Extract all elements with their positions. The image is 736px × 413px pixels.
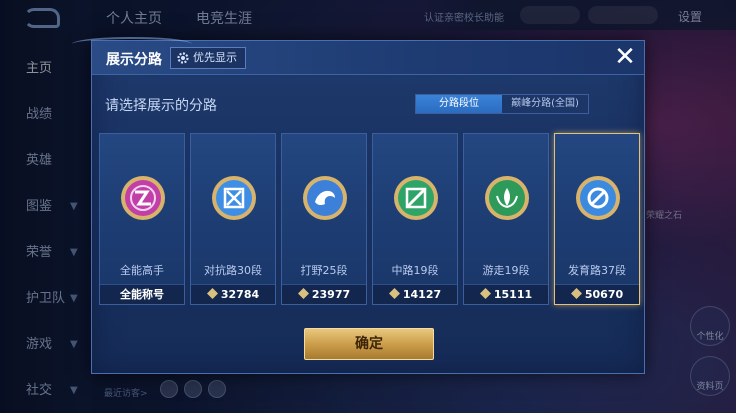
score-value: 23977 (311, 288, 351, 301)
clash-lane-emblem-icon (212, 176, 256, 220)
gear-icon (177, 52, 189, 64)
lane-score: 50670 (555, 284, 639, 304)
lane-score: 15111 (464, 284, 548, 304)
score-value: 50670 (584, 288, 624, 301)
diamond-icon (570, 288, 582, 299)
lane-score: 全能称号 (100, 284, 184, 304)
roam-emblem-icon (485, 176, 529, 220)
allround-emblem-icon (121, 176, 165, 220)
lane-label: 发育路37段 (568, 264, 626, 277)
tab-lane-rank[interactable]: 分路段位 (416, 95, 502, 113)
lane-label: 打野25段 (300, 264, 348, 277)
diamond-icon (297, 288, 309, 299)
lane-card-allround[interactable]: 全能高手 全能称号 (99, 133, 185, 305)
dialog-prompt: 请选择展示的分路 (105, 98, 217, 114)
lane-label: 对抗路30段 (204, 264, 262, 277)
close-icon[interactable]: ✕ (612, 43, 638, 71)
lane-display-dialog: 展示分路 优先显示 ✕ 请选择展示的分路 分路段位 巅峰分路(全国) 全能高手 … (72, 37, 645, 374)
lane-score: 32784 (191, 284, 275, 304)
score-value: 15111 (493, 288, 533, 301)
dialog-header: 展示分路 优先显示 ✕ (72, 37, 644, 75)
lane-label: 全能高手 (120, 264, 164, 277)
lane-label: 游走19段 (482, 264, 530, 277)
lane-score: 14127 (373, 284, 457, 304)
jungle-emblem-icon (303, 176, 347, 220)
diamond-icon (388, 288, 400, 299)
priority-display-label: 优先显示 (193, 51, 237, 64)
lane-card-farm[interactable]: 发育路37段 50670 (554, 133, 640, 305)
lane-card-jungle[interactable]: 打野25段 23977 (281, 133, 367, 305)
dialog-title: 展示分路 (106, 52, 162, 68)
lane-card-mid[interactable]: 中路19段 14127 (372, 133, 458, 305)
diamond-icon (206, 288, 218, 299)
diamond-icon (479, 288, 491, 299)
lane-card-roam[interactable]: 游走19段 15111 (463, 133, 549, 305)
lane-score: 23977 (282, 284, 366, 304)
score-value: 14127 (402, 288, 442, 301)
lane-card-clash[interactable]: 对抗路30段 32784 (190, 133, 276, 305)
priority-display-button[interactable]: 优先显示 (170, 47, 246, 69)
score-value: 全能称号 (120, 288, 164, 301)
mid-lane-emblem-icon (394, 176, 438, 220)
confirm-button[interactable]: 确定 (304, 328, 434, 360)
lane-label: 中路19段 (391, 264, 439, 277)
score-value: 32784 (220, 288, 260, 301)
lane-mode-segmented-control: 分路段位 巅峰分路(全国) (415, 94, 589, 114)
tab-peak-lane-national[interactable]: 巅峰分路(全国) (502, 95, 588, 113)
farm-lane-emblem-icon (576, 176, 620, 220)
